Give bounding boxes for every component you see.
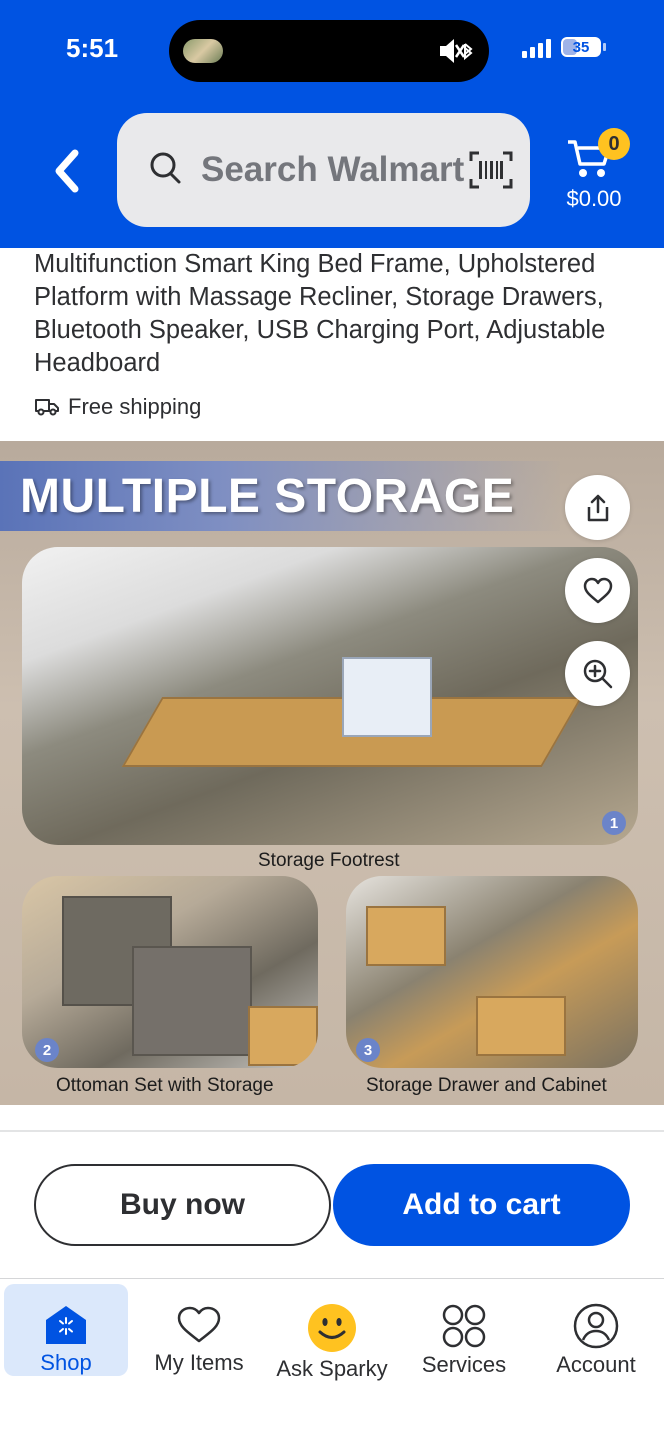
zoom-button[interactable] [565, 641, 630, 706]
divider [0, 1130, 664, 1132]
add-to-cart-button[interactable]: Add to cart [333, 1164, 630, 1246]
buy-now-button[interactable]: Buy now [34, 1164, 331, 1246]
search-bar[interactable] [117, 113, 530, 227]
nav-label: Ask Sparky [276, 1356, 388, 1381]
bottom-nav: Shop My Items Ask Sparky Services Accoun… [0, 1280, 664, 1390]
nav-account[interactable]: Account [534, 1284, 658, 1377]
nav-ask-sparky[interactable]: Ask Sparky [270, 1284, 394, 1381]
battery-icon: 35 [561, 37, 601, 57]
battery-level: 35 [572, 38, 590, 56]
caption-storage-footrest: Storage Footrest [258, 850, 400, 871]
divider [0, 1278, 664, 1279]
nav-label: Shop [40, 1350, 92, 1375]
back-button[interactable] [44, 146, 88, 196]
cart-count-badge: 0 [598, 128, 630, 160]
sparky-smiley-icon [308, 1304, 356, 1352]
ottoman-photo [22, 876, 318, 1068]
heart-icon [177, 1306, 221, 1343]
mute-bluetooth-icon [437, 36, 473, 71]
status-indicators: 35 [522, 36, 606, 58]
product-image[interactable]: MULTIPLE STORAGE 1 Storage Footrest 2 Ot… [0, 441, 664, 1105]
storage-footrest-photo [22, 547, 638, 845]
nav-my-items[interactable]: My Items [137, 1284, 261, 1376]
cellular-signal-icon [522, 36, 551, 58]
photo-number-1: 1 [602, 811, 626, 835]
nav-shop[interactable]: Shop [4, 1284, 128, 1376]
caption-ottoman-set: Ottoman Set with Storage [56, 1075, 274, 1096]
search-icon [150, 152, 181, 184]
dynamic-island [169, 20, 489, 82]
barcode-scan-icon[interactable] [469, 151, 513, 189]
chevron-left-icon [55, 149, 79, 193]
now-playing-thumbnail [183, 39, 223, 63]
image-banner-text: MULTIPLE STORAGE [20, 470, 515, 523]
search-input[interactable] [201, 143, 471, 197]
zoom-in-icon [583, 659, 612, 688]
favorite-button[interactable] [565, 558, 630, 623]
truck-icon [35, 399, 59, 416]
share-button[interactable] [565, 475, 630, 540]
storage-drawer-photo [346, 876, 638, 1068]
walmart-spark-home-icon [46, 1306, 86, 1344]
product-title: Multifunction Smart King Bed Frame, Upho… [34, 250, 606, 377]
nav-label: Account [556, 1352, 636, 1377]
app-header: 5:51 35 Search Walmart 0 $0.00 [0, 0, 664, 248]
nav-services[interactable]: Services [402, 1284, 526, 1377]
shipping-info: Free shipping [34, 394, 201, 420]
account-person-icon [573, 1303, 619, 1349]
share-icon [587, 494, 608, 521]
cart-button[interactable]: 0 $0.00 [552, 128, 636, 218]
cart-total: $0.00 [566, 186, 622, 211]
nav-label: Services [421, 1352, 507, 1377]
shipping-label: Free shipping [68, 394, 202, 419]
photo-number-3: 3 [356, 1038, 380, 1062]
services-grid-icon [442, 1304, 486, 1348]
nav-label: My Items [154, 1350, 244, 1375]
caption-storage-drawer: Storage Drawer and Cabinet [366, 1075, 607, 1096]
photo-number-2: 2 [35, 1038, 59, 1062]
heart-icon [583, 577, 612, 603]
status-time: 5:51 [66, 33, 119, 63]
